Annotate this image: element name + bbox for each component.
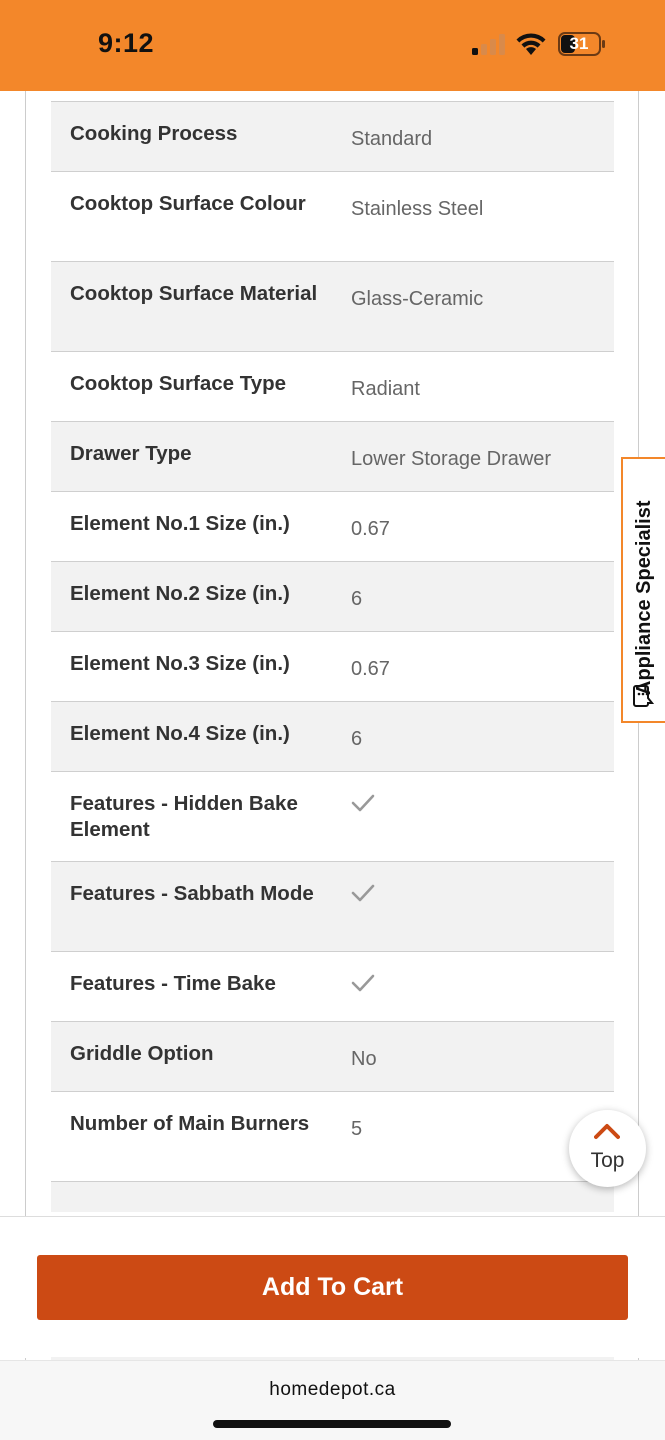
add-to-cart-bar: Add To Cart (0, 1216, 665, 1361)
add-to-cart-button[interactable]: Add To Cart (37, 1255, 628, 1320)
home-indicator[interactable] (213, 1420, 451, 1428)
spec-row: Element No.1 Size (in.) 0.67 (51, 492, 614, 562)
back-to-top-button[interactable]: Top (569, 1110, 646, 1187)
status-bar: 9:12 31 (0, 0, 665, 91)
spec-label: Cooktop Surface Colour (70, 192, 306, 215)
spec-value: Glass-Ceramic (351, 288, 484, 310)
checkmark-icon (351, 974, 375, 992)
spec-value: 6 (351, 728, 363, 750)
checkmark-icon (351, 884, 375, 902)
spec-row: Cooking Process Standard (51, 102, 614, 172)
spec-value: 6 (351, 588, 363, 610)
wifi-icon (516, 33, 546, 55)
appliance-specialist-tab[interactable]: Appliance Specialist (621, 457, 665, 723)
cellular-signal-icon (472, 33, 506, 55)
checkmark-icon (351, 794, 375, 812)
spec-label: Griddle Option (70, 1042, 214, 1065)
spec-row: Element No.2 Size (in.) 6 (51, 562, 614, 632)
product-specifications-page: Cooking Process Standard Cooktop Surface C… (0, 91, 665, 1217)
spec-value: No (351, 1048, 377, 1070)
browser-address-bar[interactable]: homedepot.ca (0, 1360, 665, 1440)
specifications-table: Cooking Process Standard Cooktop Surface C… (51, 101, 614, 1212)
spec-row: Element No.3 Size (in.) 0.67 (51, 632, 614, 702)
battery-level: 31 (569, 34, 589, 53)
spec-value: Standard (351, 128, 433, 150)
spec-row: Griddle Option No (51, 1022, 614, 1092)
spec-row: Element No.4 Size (in.) 6 (51, 702, 614, 772)
spec-row: Drawer Type Lower Storage Drawer (51, 422, 614, 492)
spec-row: Cooktop Surface Type Radiant (51, 352, 614, 422)
spec-label: Cooktop Surface Material (70, 282, 318, 305)
spec-value: 0.67 (351, 518, 390, 540)
spec-row: Features - Hidden Bake Element (51, 772, 614, 862)
spec-label: Element No.3 Size (in.) (70, 652, 290, 675)
spec-row: Features - Time Bake (51, 952, 614, 1022)
status-time: 9:12 (98, 28, 155, 58)
spec-label: Cooktop Surface Type (70, 372, 287, 395)
spec-row: Number of Main Burners 5 (51, 1092, 614, 1182)
spec-value: 5 (351, 1118, 363, 1140)
spec-value: Radiant (351, 378, 420, 400)
battery-icon: 31 (558, 32, 606, 56)
chevron-up-icon (594, 1124, 620, 1139)
spec-label: Element No.2 Size (in.) (70, 582, 290, 605)
content-border-left (25, 91, 26, 1217)
spec-label: Features - Hidden Bake Element (70, 792, 298, 841)
spec-row: Cooktop Surface Colour Stainless Steel (51, 172, 614, 262)
spec-row: Features - Sabbath Mode (51, 862, 614, 952)
url-text[interactable]: homedepot.ca (0, 1379, 665, 1401)
spec-row (51, 1182, 614, 1212)
spec-label: Element No.1 Size (in.) (70, 512, 290, 535)
spec-label: Cooking Process (70, 122, 238, 145)
spec-label: Features - Sabbath Mode (70, 882, 314, 905)
spec-value: Stainless Steel (351, 198, 484, 220)
spec-label: Element No.4 Size (in.) (70, 722, 290, 745)
back-to-top-label: Top (590, 1149, 625, 1172)
spec-label: Features - Time Bake (70, 972, 276, 995)
appliance-specialist-label: Appliance Specialist (633, 500, 655, 695)
spec-value: Lower Storage Drawer (351, 448, 552, 470)
spec-value: 0.67 (351, 658, 390, 680)
spec-label: Drawer Type (70, 442, 192, 465)
spec-row: Cooktop Surface Material Glass-Ceramic (51, 262, 614, 352)
spec-label: Number of Main Burners (70, 1112, 310, 1135)
